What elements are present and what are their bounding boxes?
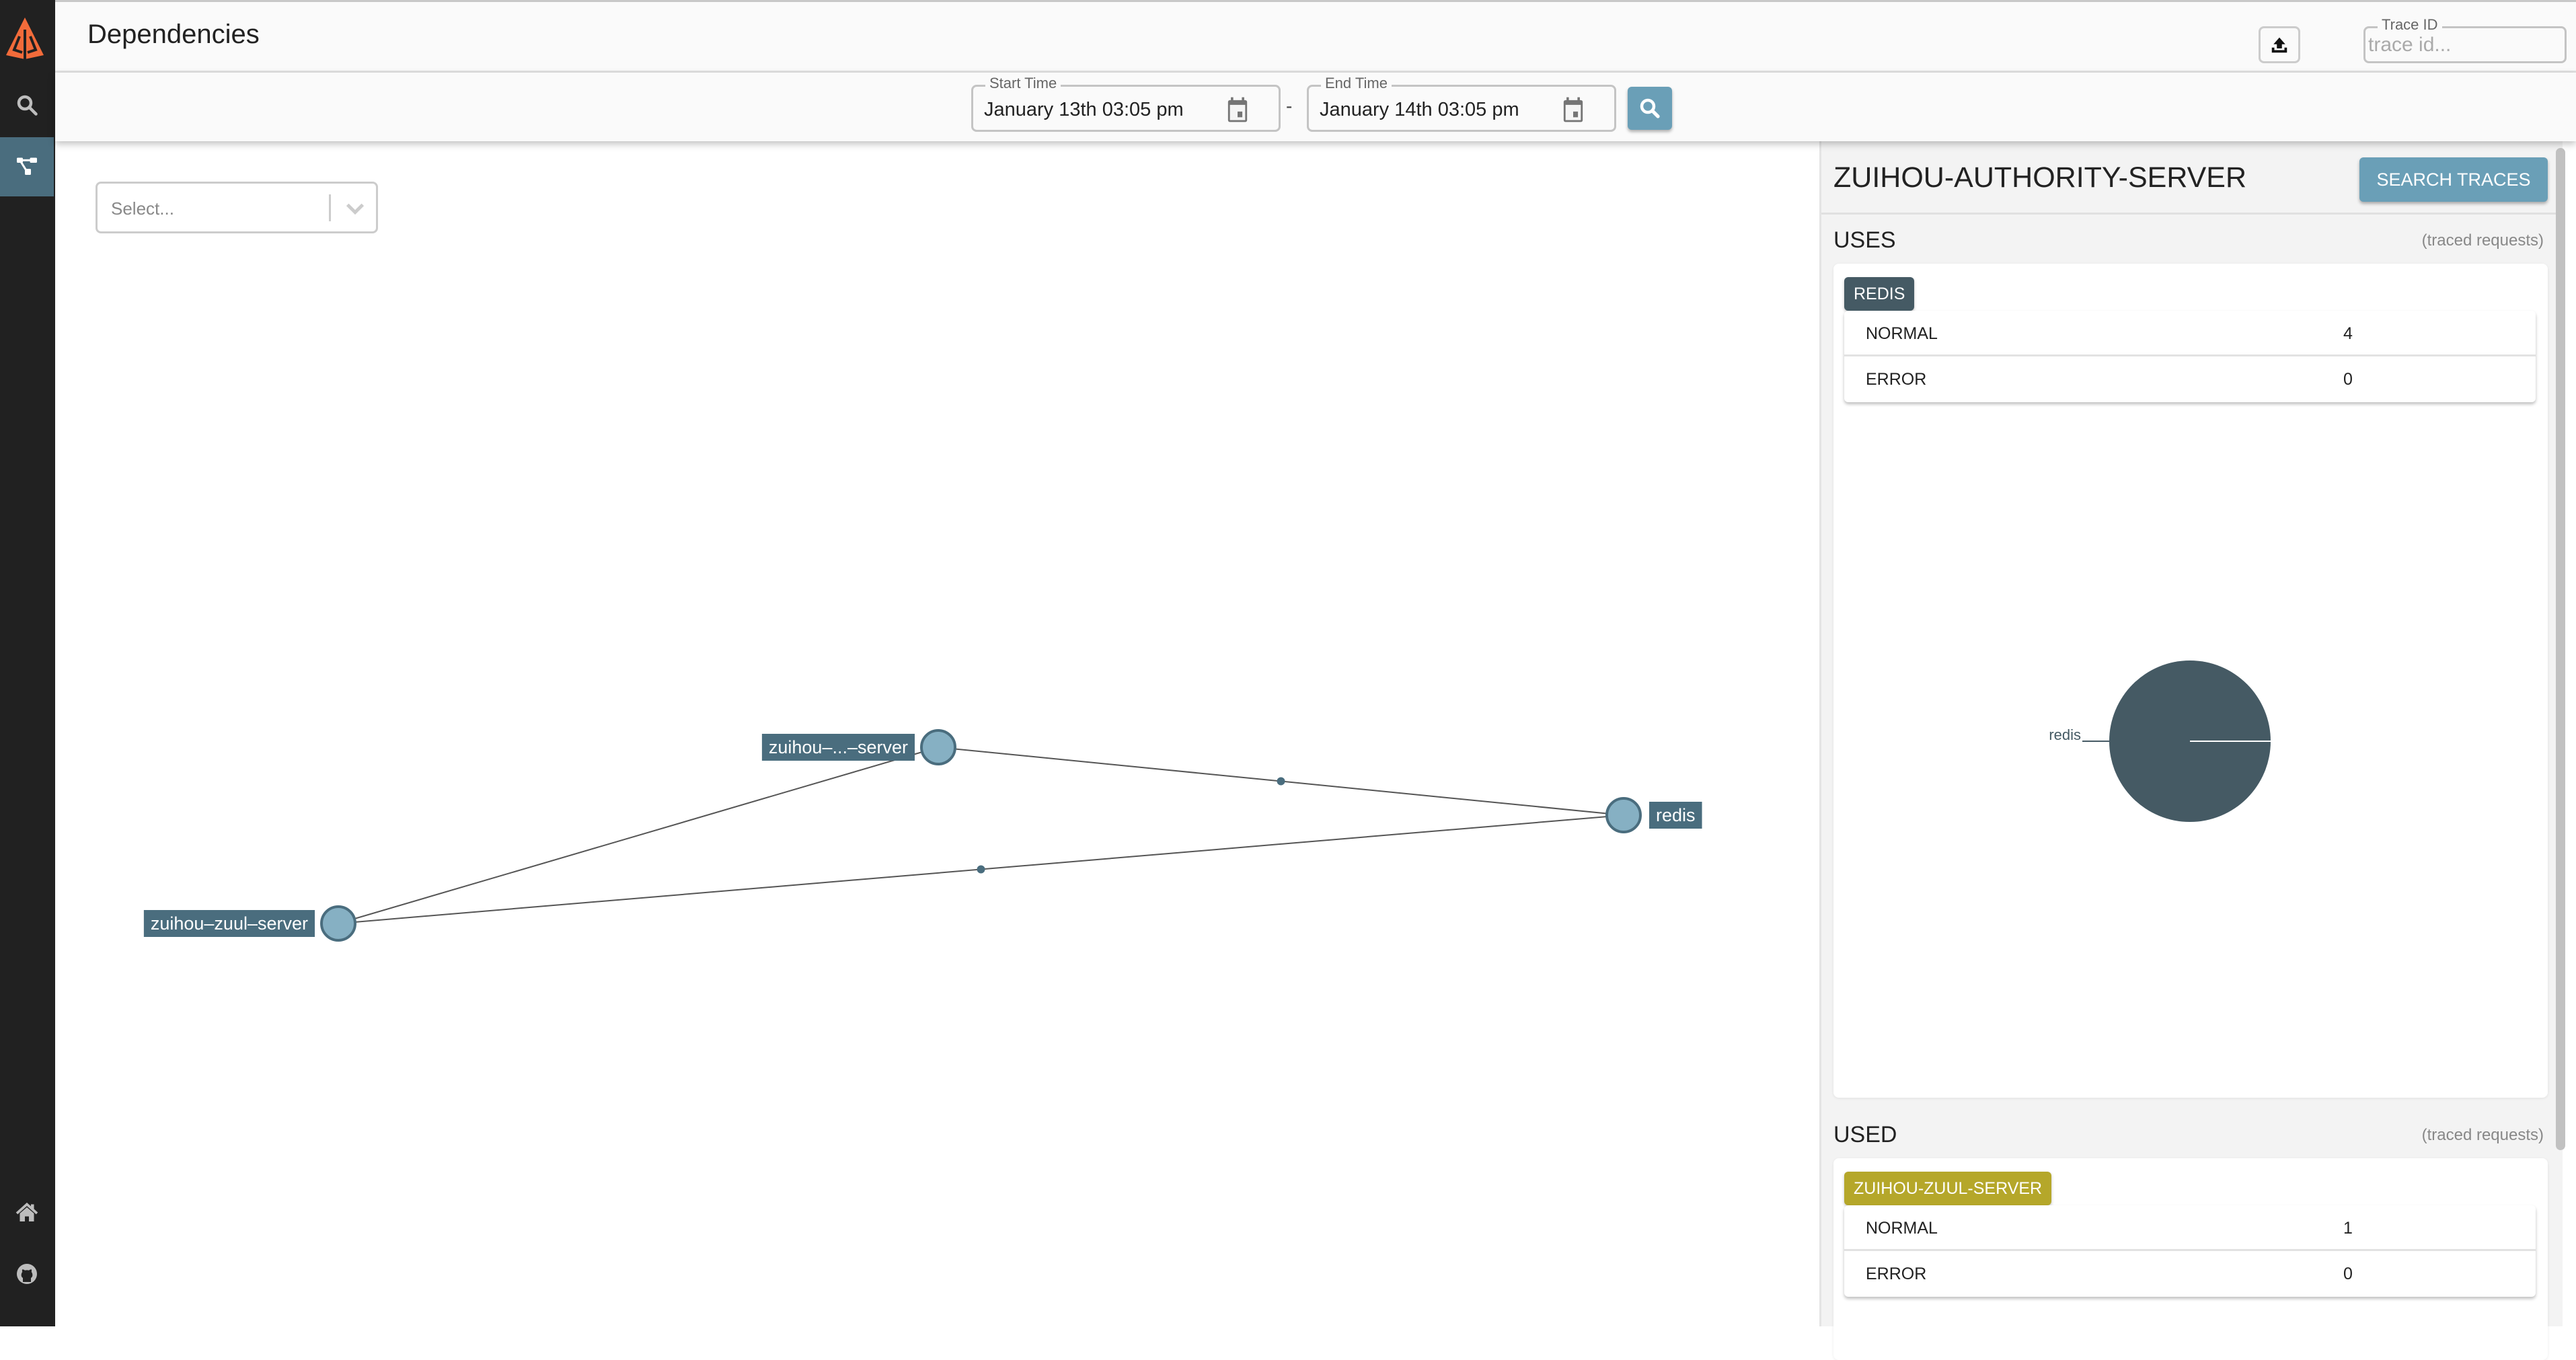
calendar-icon[interactable] <box>1226 96 1249 123</box>
graph-node-zuihou-authority-server[interactable]: zuihou–...–server <box>761 729 956 765</box>
service-select-placeholder: Select... <box>111 198 174 219</box>
end-time-field[interactable]: End Time January 14th 03:05 pm <box>1307 75 1616 132</box>
sidebar-item-search[interactable] <box>0 75 54 135</box>
sidebar-item-home[interactable] <box>0 1184 54 1243</box>
service-select[interactable]: Select... <box>96 182 378 233</box>
dependencies-icon <box>17 157 37 175</box>
search-traces-button[interactable]: SEARCH TRACES <box>2359 157 2548 202</box>
sidebar <box>0 0 55 1326</box>
uses-title: USES <box>1833 227 1896 253</box>
uses-pie-chart: redis <box>2049 660 2271 822</box>
used-note: (traced requests) <box>2421 1126 2544 1144</box>
sidebar-item-dependencies[interactable] <box>0 137 54 196</box>
node-label[interactable]: zuihou–...–server <box>769 737 908 757</box>
upload-icon <box>2271 37 2287 52</box>
select-divider <box>329 194 331 221</box>
divider <box>1821 213 2563 215</box>
table-row: NORMAL 1 <box>1844 1205 2536 1251</box>
start-time-label: Start Time <box>985 75 1061 92</box>
sidebar-item-github[interactable] <box>0 1244 54 1304</box>
normal-count: 1 <box>2343 1219 2353 1238</box>
trace-id-field: Trace ID <box>2363 16 2567 63</box>
end-time-label: End Time <box>1321 75 1392 92</box>
edge-zuihou-zuul-server-to-zuihou-authority-server[interactable] <box>338 747 939 924</box>
uses-card: REDIS NORMAL 4 ERROR 0 redis <box>1833 264 2548 1098</box>
home-icon <box>15 1202 38 1221</box>
end-time-value: January 14th 03:05 pm <box>1320 99 1519 120</box>
uses-note: (traced requests) <box>2421 231 2544 250</box>
table-row: ERROR 0 <box>1844 1251 2536 1297</box>
detail-panel: ZUIHOU-AUTHORITY-SERVER SEARCH TRACES US… <box>1819 141 2565 1360</box>
node-label[interactable]: zuihou–zuul–server <box>151 913 308 934</box>
time-range-separator: - <box>1286 96 1293 116</box>
github-icon <box>17 1264 37 1284</box>
filter-bar: Start Time January 13th 03:05 pm - End T… <box>55 73 2576 141</box>
upload-button[interactable] <box>2259 26 2300 63</box>
edge-traffic-dot <box>977 865 985 874</box>
dependency-chip-zuihou-zuul-server[interactable]: ZUIHOU-ZUUL-SERVER <box>1844 1172 2052 1205</box>
start-time-value: January 13th 03:05 pm <box>984 99 1184 120</box>
node-circle[interactable] <box>920 729 956 765</box>
page-title: Dependencies <box>87 20 260 49</box>
graph-node-zuihou-zuul-server[interactable]: zuihou–zuul–server <box>143 905 356 942</box>
zipkin-logo-icon[interactable] <box>4 16 46 61</box>
normal-label: NORMAL <box>1866 1219 1938 1238</box>
search-icon <box>17 95 38 116</box>
node-circle[interactable] <box>320 905 356 942</box>
search-icon <box>1640 98 1660 118</box>
dependency-graph-canvas[interactable]: zuihou–...–server zuihou–zuul–server redis <box>55 141 1819 1326</box>
error-count: 0 <box>2343 1264 2353 1283</box>
used-stats-table: NORMAL 1 ERROR 0 <box>1844 1205 2536 1297</box>
selected-service-title: ZUIHOU-AUTHORITY-SERVER <box>1833 161 2247 194</box>
edge-traffic-dot <box>1277 777 1285 786</box>
chevron-down-icon[interactable] <box>344 198 367 219</box>
used-card: ZUIHOU-ZUUL-SERVER NORMAL 1 ERROR 0 <box>1833 1158 2548 1360</box>
used-title: USED <box>1833 1122 1897 1147</box>
pie-label: redis <box>2049 726 2081 743</box>
dependency-graph: zuihou–...–server zuihou–zuul–server redis… <box>55 141 1819 1326</box>
start-time-field[interactable]: Start Time January 13th 03:05 pm <box>971 75 1281 132</box>
header: Dependencies Trace ID <box>55 0 2576 73</box>
node-circle[interactable] <box>1605 797 1642 833</box>
search-button[interactable] <box>1628 87 1672 130</box>
calendar-icon[interactable] <box>1562 96 1585 123</box>
error-label: ERROR <box>1866 1264 1927 1283</box>
graph-node-redis[interactable]: redis <box>1605 797 1702 833</box>
panel-scrollbar[interactable] <box>2556 148 2565 1150</box>
trace-id-input[interactable] <box>2368 31 2563 59</box>
node-label[interactable]: redis <box>1656 805 1696 825</box>
